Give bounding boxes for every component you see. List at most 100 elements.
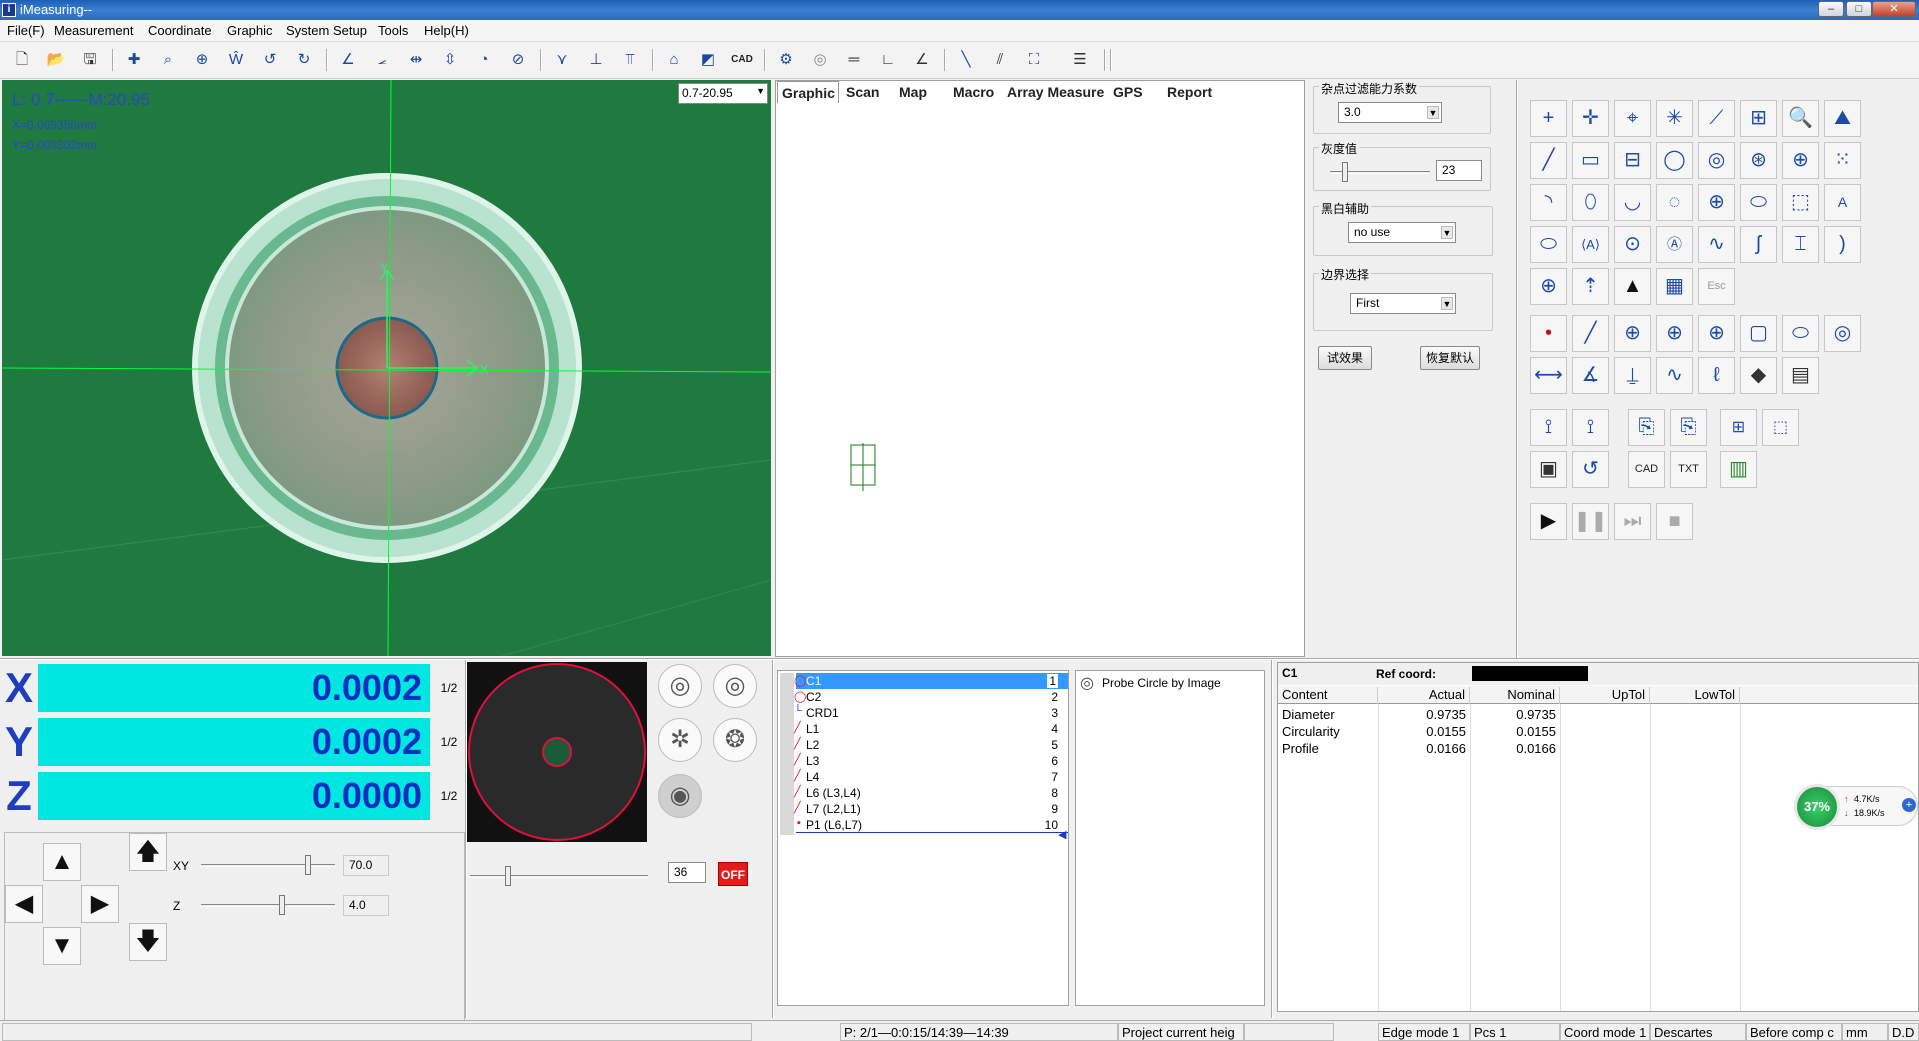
- text-box-icon[interactable]: A: [1824, 184, 1861, 221]
- feature-row[interactable]: ╱ L6 (L3,L4) 8: [794, 785, 1068, 801]
- network-widget[interactable]: 37% ↑ 4.7K/s ↓ 18.9K/s +: [1794, 784, 1919, 832]
- red-arc-icon[interactable]: ⊕: [1656, 315, 1693, 352]
- workpiece-icon[interactable]: Ŵ: [224, 48, 248, 72]
- feature-row[interactable]: ╱ L2 5: [794, 737, 1068, 753]
- circle-segments-icon[interactable]: ⊛: [1740, 142, 1777, 179]
- gear-icon[interactable]: ⚙: [774, 48, 798, 72]
- save-icon[interactable]: 🖫: [78, 48, 102, 72]
- plane-icon[interactable]: ◆: [1740, 357, 1777, 394]
- red-ellipse-icon[interactable]: ⬭: [1782, 315, 1819, 352]
- circle-tool-icon[interactable]: ◯: [1656, 142, 1693, 179]
- rectangle-icon[interactable]: ▭: [1572, 142, 1609, 179]
- feature-row[interactable]: ╱ L7 (L2,L1) 9: [794, 801, 1068, 817]
- dro-y-half-button[interactable]: 1/2: [434, 716, 464, 768]
- feature-row[interactable]: ╱ L1 4: [794, 721, 1068, 737]
- jog-up-button[interactable]: ▲: [43, 843, 81, 881]
- red-ring-icon[interactable]: ◎: [1824, 315, 1861, 352]
- undo-icon[interactable]: ↺: [1572, 451, 1609, 488]
- edge-select[interactable]: First ▼: [1350, 293, 1456, 314]
- light-ring-single-icon[interactable]: ◎: [658, 664, 702, 708]
- graphic-panel[interactable]: [775, 80, 1305, 657]
- fit-view-icon[interactable]: ⛶: [1022, 48, 1046, 72]
- tab-macro[interactable]: Macro: [949, 81, 998, 103]
- zoom-select[interactable]: 0.7-20.95 ▼: [678, 83, 768, 104]
- circle-dash-icon[interactable]: ◌: [1656, 184, 1693, 221]
- image-fit-icon[interactable]: ⛰: [1824, 100, 1861, 137]
- zoom-box-icon[interactable]: ⌕: [156, 48, 180, 72]
- export-txt-icon[interactable]: TXT: [1670, 451, 1707, 488]
- height-icon[interactable]: ⫪: [618, 48, 642, 72]
- plus-icon[interactable]: +: [1902, 798, 1916, 812]
- dro-x-half-button[interactable]: 1/2: [434, 662, 464, 714]
- diameter-icon[interactable]: ⊘: [506, 48, 530, 72]
- line-icon[interactable]: ╲: [954, 48, 978, 72]
- col-uptol[interactable]: UpTol: [1560, 687, 1650, 704]
- origin-icon[interactable]: ⟟: [1530, 409, 1567, 446]
- dro-z-half-button[interactable]: 1/2: [434, 770, 464, 822]
- free-curve-icon[interactable]: ℓ: [1698, 357, 1735, 394]
- light-off-button[interactable]: OFF: [718, 862, 748, 886]
- calc-icon[interactable]: ▤: [1782, 357, 1819, 394]
- rotate-right-icon[interactable]: ↻: [292, 48, 316, 72]
- col-actual[interactable]: Actual: [1378, 687, 1470, 704]
- line-tool-icon[interactable]: ⟋: [1698, 100, 1735, 137]
- menu-tools[interactable]: Tools: [378, 23, 408, 38]
- auto-circle-icon[interactable]: ⁙: [1824, 142, 1861, 179]
- box-point-icon[interactable]: ⊞: [1740, 100, 1777, 137]
- ellipse-label-icon[interactable]: ⟨A⟩: [1572, 226, 1609, 263]
- dro-z-value[interactable]: 0.0000: [38, 772, 430, 820]
- feature-row[interactable]: ▪ P1 (L6,L7) 10: [796, 817, 1068, 833]
- play-icon[interactable]: ▶: [1530, 503, 1567, 540]
- menu-file[interactable]: File(F): [7, 23, 45, 38]
- z-up-button[interactable]: 🡅: [129, 833, 167, 871]
- add-dashed-box-icon[interactable]: ⬚: [1762, 409, 1799, 446]
- scan-area-icon[interactable]: ◩: [696, 48, 720, 72]
- up-arrow-point-icon[interactable]: ⇡: [1572, 268, 1609, 305]
- menu-coordinate[interactable]: Coordinate: [148, 23, 212, 38]
- angle-label-icon[interactable]: ∠: [336, 48, 360, 72]
- export-w-icon[interactable]: ⎘: [1670, 409, 1707, 446]
- red-circle-center-icon[interactable]: ⊕: [1614, 315, 1651, 352]
- list-icon[interactable]: ☰: [1068, 48, 1092, 72]
- parallel-icon[interactable]: ═: [842, 48, 866, 72]
- auto-point-icon[interactable]: ⌖: [1614, 100, 1651, 137]
- light-coaxial-icon[interactable]: ◉: [658, 774, 702, 818]
- tab-report[interactable]: Report: [1163, 81, 1216, 103]
- red-point-icon[interactable]: •: [1530, 315, 1567, 352]
- jog-left-button[interactable]: ◀: [5, 885, 43, 923]
- wave-icon[interactable]: ∿: [1656, 357, 1693, 394]
- angle-down-icon[interactable]: ⦟: [370, 48, 394, 72]
- col-lowtol[interactable]: LowTol: [1650, 687, 1740, 704]
- circle-label-icon[interactable]: Ⓐ: [1656, 226, 1693, 263]
- distance-d-icon[interactable]: ⟷: [1530, 357, 1567, 394]
- circle-cross-icon[interactable]: ⊕: [1698, 184, 1735, 221]
- light-ring-double-icon[interactable]: ◎: [713, 664, 757, 708]
- stop-icon[interactable]: ■: [1656, 503, 1693, 540]
- z-down-button[interactable]: 🡇: [129, 923, 167, 961]
- feature-row[interactable]: └ CRD1 3: [794, 705, 1068, 721]
- light-slider[interactable]: [470, 866, 648, 886]
- export-x-icon[interactable]: ⎘: [1628, 409, 1665, 446]
- jog-right-button[interactable]: ▶: [81, 885, 119, 923]
- measure-h-icon[interactable]: ⊥: [584, 48, 608, 72]
- menu-help[interactable]: Help(H): [424, 23, 469, 38]
- angle-icon[interactable]: ∠: [910, 48, 934, 72]
- red-ellipse-cross-icon[interactable]: ⊕: [1698, 315, 1735, 352]
- excel-color-icon[interactable]: ▥: [1720, 451, 1757, 488]
- rect-dash-icon[interactable]: ⬚: [1782, 184, 1819, 221]
- feature-row[interactable]: ◯ C2 2: [794, 689, 1068, 705]
- z-speed-slider[interactable]: [201, 895, 335, 915]
- height-measure-icon[interactable]: ⌶: [1782, 226, 1819, 263]
- crosshair-icon[interactable]: ✚: [122, 48, 146, 72]
- arc-three-icon[interactable]: ◡: [1614, 184, 1651, 221]
- home-icon[interactable]: ⌂: [662, 48, 686, 72]
- escape-icon[interactable]: Esc: [1698, 268, 1735, 305]
- xy-speed-slider[interactable]: [201, 855, 335, 875]
- tab-gps[interactable]: GPS: [1109, 81, 1147, 103]
- step-icon[interactable]: ⏭: [1614, 503, 1651, 540]
- tab-scan[interactable]: Scan: [842, 81, 883, 103]
- new-file-icon[interactable]: 🗋: [10, 48, 34, 72]
- cross-point-icon[interactable]: ✛: [1572, 100, 1609, 137]
- height-h-icon[interactable]: ⍊: [1614, 357, 1651, 394]
- dro-x-value[interactable]: 0.0002: [38, 664, 430, 712]
